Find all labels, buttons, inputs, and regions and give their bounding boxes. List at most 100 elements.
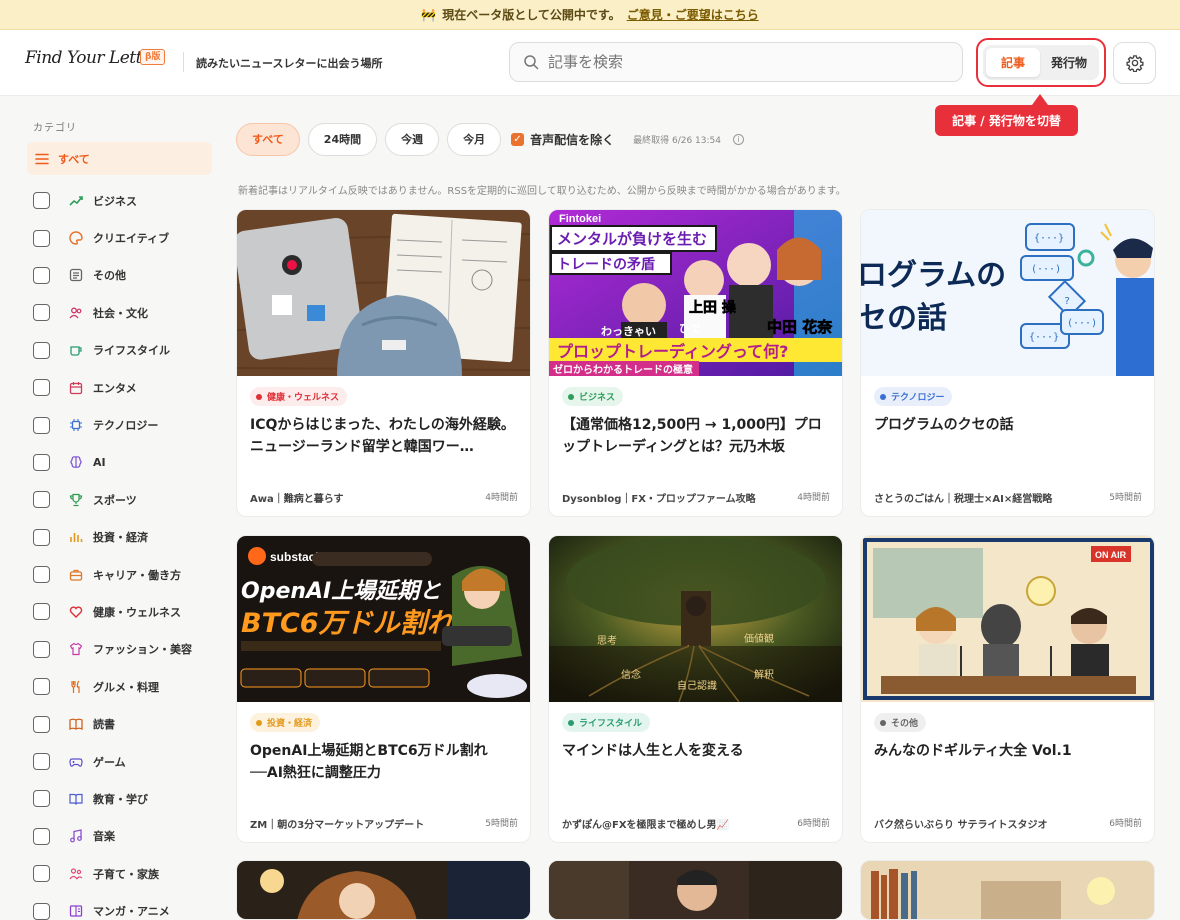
category-checkbox[interactable] <box>33 416 50 434</box>
thumb-word2: 価値観 <box>744 632 774 645</box>
filter-bar: すべて 24時間 今週 今月 ✓ 音声配信を除く 最終取得 6/26 13:54… <box>236 122 744 156</box>
settings-button[interactable] <box>1113 42 1156 84</box>
category-label: 社会・文化 <box>93 306 148 320</box>
category-checkbox[interactable] <box>33 229 50 247</box>
search-box[interactable] <box>509 42 963 82</box>
category-tag: テクノロジー <box>874 387 953 406</box>
category-item[interactable]: AI <box>33 444 192 481</box>
category-item[interactable]: 健康・ウェルネス <box>33 593 192 630</box>
article-source: さとうのごはん｜税理士×AI×経営戦略 <box>874 494 1053 505</box>
cup-icon <box>68 342 84 358</box>
category-item[interactable]: ビジネス <box>33 182 192 219</box>
thumb-headline2: BTC6万ドル割れ <box>241 608 455 639</box>
category-item[interactable]: ゲーム <box>33 743 192 780</box>
category-item[interactable]: マンガ・アニメ <box>33 892 192 920</box>
category-label: マンガ・アニメ <box>93 905 170 919</box>
category-item[interactable]: テクノロジー <box>33 406 192 443</box>
gear-icon <box>1125 55 1144 72</box>
article-title[interactable]: 【通常価格12,500円 → 1,000円】プロップトレーディングとは？元乃木坂… <box>562 414 832 458</box>
article-card[interactable]: substack OpenAI上場延期と BTC6万ドル割れ 投資・経済 Ope… <box>236 535 531 843</box>
category-checkbox[interactable] <box>33 790 50 808</box>
manga-icon <box>68 903 84 919</box>
category-title: カテゴリ <box>33 123 77 134</box>
category-checkbox[interactable] <box>33 379 50 397</box>
category-item[interactable]: 投資・経済 <box>33 519 192 556</box>
article-card[interactable]: ON AIR その他 みんなのドギルティ大全 Vol.1 バク然らいぶらり サテ… <box>860 535 1155 843</box>
category-item[interactable]: スポーツ <box>33 481 192 518</box>
category-checkbox[interactable] <box>33 715 50 733</box>
articles-tab[interactable]: 記事 <box>986 48 1040 77</box>
category-list: ビジネス クリエイティブ その他社会・文化ライフスタイルエンタメ テクノロジー AI スポ… <box>33 182 192 920</box>
category-checkbox[interactable] <box>33 678 50 696</box>
category-item[interactable]: クリエイティブ <box>33 219 192 256</box>
svg-text:(···): (···) <box>1067 318 1097 329</box>
category-checkbox[interactable] <box>33 341 50 359</box>
category-label: AI <box>93 455 106 469</box>
category-item[interactable]: その他 <box>33 257 192 294</box>
category-checkbox[interactable] <box>33 640 50 658</box>
search-input[interactable] <box>548 49 948 75</box>
category-checkbox[interactable] <box>33 865 50 883</box>
article-source: Awa｜難病と暮らす <box>250 494 344 505</box>
article-thumbnail <box>549 861 842 919</box>
exclude-audio-label[interactable]: 音声配信を除く <box>530 131 614 148</box>
article-card[interactable] <box>860 860 1155 920</box>
category-checkbox[interactable] <box>33 266 50 284</box>
category-checkbox[interactable] <box>33 491 50 509</box>
filter-all[interactable]: すべて <box>236 122 300 156</box>
article-card[interactable]: Fintokei メンタルが負けを生む トレードの矛盾 わっきゃい 上田 操 ひ… <box>548 209 843 517</box>
category-checkbox[interactable] <box>33 827 50 845</box>
filter-24h[interactable]: 24時間 <box>307 122 378 156</box>
article-thumbnail: substack OpenAI上場延期と BTC6万ドル割れ <box>237 536 530 702</box>
category-item[interactable]: エンタメ <box>33 369 192 406</box>
category-checkbox[interactable] <box>33 902 50 920</box>
category-label: 子育て・家族 <box>93 867 159 881</box>
info-icon[interactable]: i <box>733 133 744 145</box>
gamepad-icon <box>68 754 84 770</box>
palette-icon <box>68 230 84 246</box>
article-card[interactable]: 思考 価値観 信念 自己認識 解釈 ライフスタイル マインドは人生と人を変える かずぽん… <box>548 535 843 843</box>
category-label: ライフスタイル <box>93 344 170 358</box>
article-thumbnail: 思考 価値観 信念 自己認識 解釈 <box>549 536 842 702</box>
category-item[interactable]: グルメ・料理 <box>33 668 192 705</box>
category-item[interactable]: ライフスタイル <box>33 332 192 369</box>
category-item[interactable]: キャリア・働き方 <box>33 556 192 593</box>
article-card[interactable] <box>548 860 843 920</box>
category-item[interactable]: 社会・文化 <box>33 294 192 331</box>
article-title[interactable]: OpenAI上場延期とBTC6万ドル割れ──AI熱狂に調整圧力 <box>250 740 520 784</box>
article-source: バク然らいぶらり サテライトスタジオ <box>874 820 1048 831</box>
category-item[interactable]: 子育て・家族 <box>33 855 192 892</box>
category-checkbox[interactable] <box>33 192 50 210</box>
feedback-link[interactable]: ご意見・ご要望はこちら <box>627 6 759 23</box>
category-all-label: すべて <box>58 152 90 166</box>
category-checkbox[interactable] <box>33 528 50 546</box>
view-toggle: 記事 発行物 <box>983 45 1099 80</box>
article-card[interactable]: ログラムの セの話 {···} (···) {···} (···)? テクノロジー プ… <box>860 209 1155 517</box>
article-source: かずぽん@FXを極限まで極めし男📈 <box>562 820 729 831</box>
category-checkbox[interactable] <box>33 603 50 621</box>
filter-month[interactable]: 今月 <box>447 122 502 156</box>
filter-week[interactable]: 今週 <box>385 122 440 156</box>
category-item[interactable]: ファッション・美容 <box>33 631 192 668</box>
thumb-word3: 信念 <box>621 668 641 681</box>
category-item[interactable]: 教育・学び <box>33 780 192 817</box>
article-title[interactable]: ICQからはじまった、わたしの海外経験。ニュージーランド留学と韓国ワー… <box>250 414 520 458</box>
beta-badge: β版 <box>140 49 166 65</box>
category-checkbox[interactable] <box>33 566 50 584</box>
category-checkbox[interactable] <box>33 304 50 322</box>
category-checkbox[interactable] <box>33 753 50 771</box>
beta-banner: 🚧 現在ベータ版として公開中です。 ご意見・ご要望はこちら <box>0 0 1180 30</box>
article-card[interactable]: 健康・ウェルネス ICQからはじまった、わたしの海外経験。ニュージーランド留学と… <box>236 209 531 517</box>
article-title[interactable]: マインドは人生と人を変える <box>562 740 832 762</box>
category-item[interactable]: 音楽 <box>33 818 192 855</box>
category-label: スポーツ <box>93 493 137 507</box>
category-all[interactable]: すべて <box>27 142 212 175</box>
category-checkbox[interactable] <box>33 453 50 471</box>
publications-tab[interactable]: 発行物 <box>1042 48 1096 77</box>
article-time: 6時間前 <box>1109 819 1142 829</box>
article-title[interactable]: プログラムのクセの話 <box>874 414 1144 436</box>
article-title[interactable]: みんなのドギルティ大全 Vol.1 <box>874 740 1144 762</box>
exclude-audio-checkbox[interactable]: ✓ <box>511 132 525 146</box>
article-card[interactable] <box>236 860 531 920</box>
category-item[interactable]: 読書 <box>33 705 192 742</box>
